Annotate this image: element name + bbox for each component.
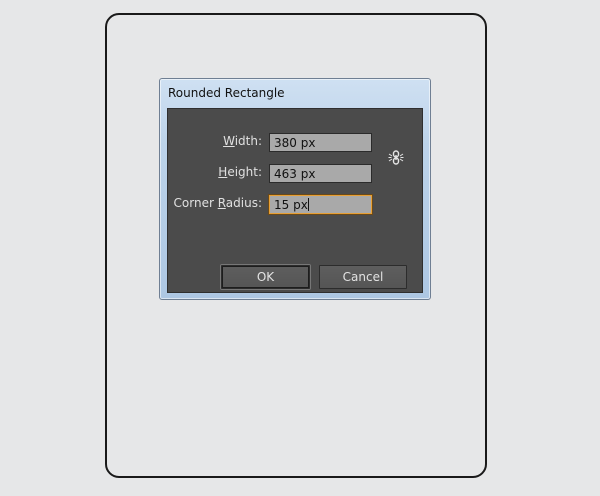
dialog-title: Rounded Rectangle [168,86,285,100]
ok-button[interactable]: OK [221,265,310,289]
width-label: Width: [223,134,262,148]
corner-radius-input[interactable]: 15 px [269,195,372,214]
link-proportions-icon[interactable] [387,149,405,167]
height-input[interactable]: 463 px [269,164,372,183]
corner-radius-label: Corner Radius: [173,196,262,210]
rounded-rectangle-dialog: Rounded Rectangle Width: 380 px Height: … [159,78,431,300]
width-input[interactable]: 380 px [269,133,372,152]
height-label: Height: [218,165,262,179]
text-caret [307,198,309,211]
cancel-button[interactable]: Cancel [319,265,407,289]
dialog-body: Width: 380 px Height: 463 px Corner Radi… [167,108,423,293]
